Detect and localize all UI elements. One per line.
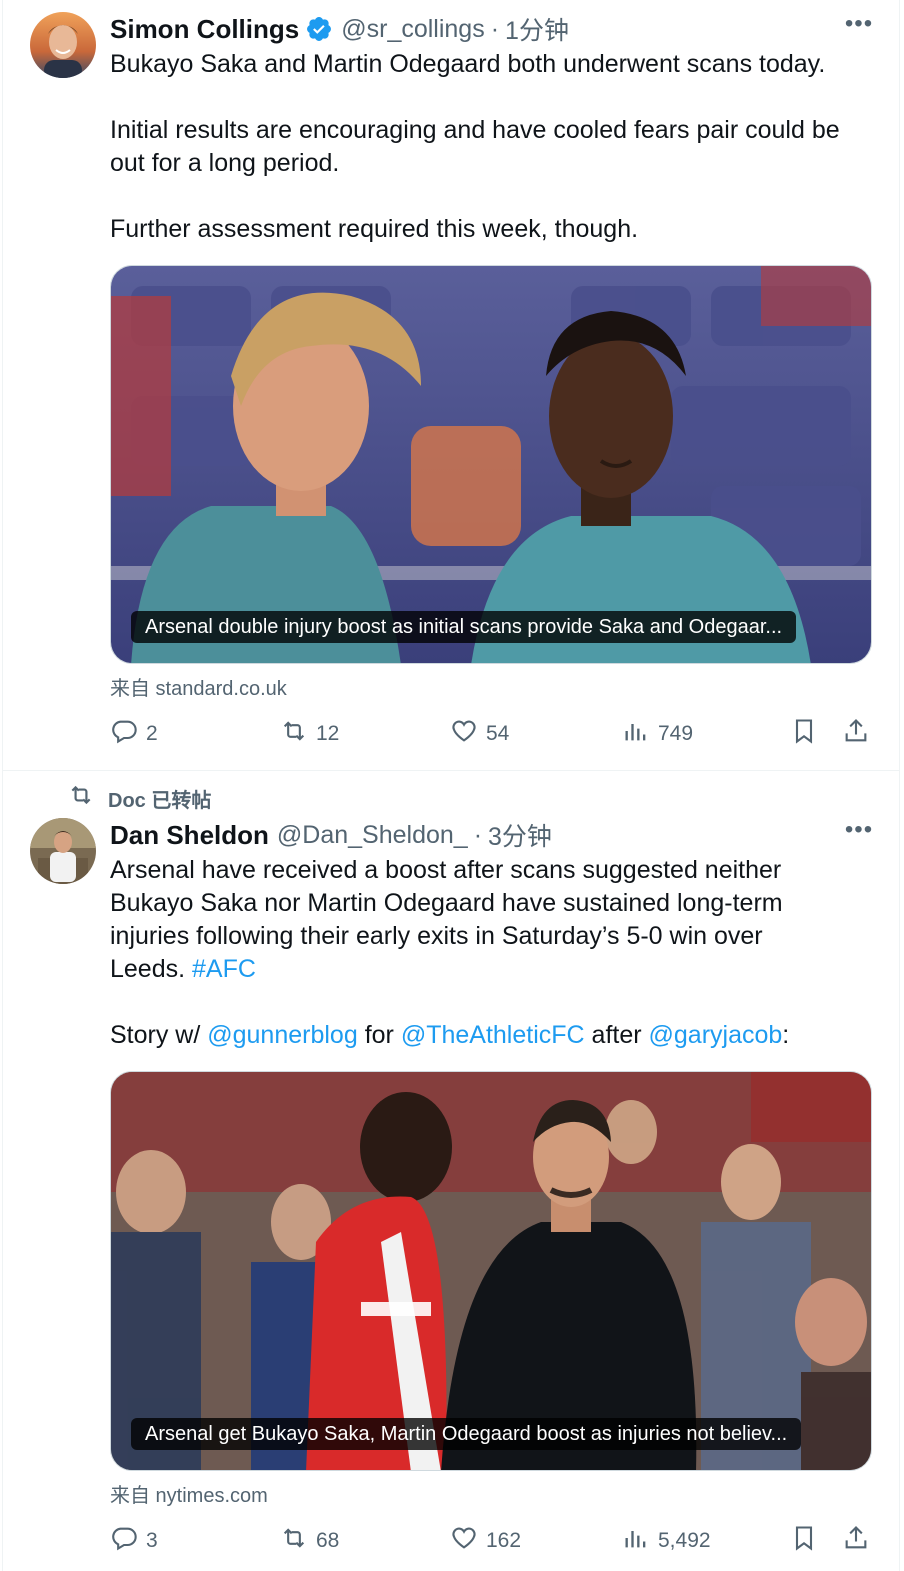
story-prefix: Story w/ (110, 1021, 208, 1049)
separator-dot: · (490, 14, 500, 43)
tweet-text: Arsenal have received a boost after scan… (110, 854, 830, 1052)
reply-button[interactable]: 2 (110, 717, 158, 751)
views-icon (622, 717, 658, 751)
story-for: for (357, 1021, 401, 1049)
story-after: after (584, 1021, 649, 1049)
repost-count: 68 (316, 1529, 340, 1552)
tweet-divider (2, 770, 900, 771)
story-end: : (782, 1021, 790, 1049)
tweet-paragraph: Story w/ @gunnerblog for @TheAthleticFC … (110, 1019, 830, 1052)
repost-icon (280, 717, 316, 751)
views-count: 5,492 (658, 1529, 711, 1552)
repost-button[interactable]: 68 (280, 1524, 339, 1558)
mention-link[interactable]: @gunnerblog (207, 1021, 358, 1049)
bookmark-icon (790, 1524, 818, 1558)
tweet-line: Initial results are encouraging and have… (110, 116, 840, 177)
more-horizontal-icon[interactable]: ••• (844, 12, 874, 44)
tweet-header: Dan Sheldon @Dan_Sheldon_ · 3分钟 (110, 818, 552, 852)
bookmark-button[interactable] (790, 1524, 818, 1558)
author-name[interactable]: Dan Sheldon (110, 820, 269, 851)
like-button[interactable]: 162 (450, 1524, 521, 1558)
hashtag-link[interactable]: #AFC (192, 955, 256, 983)
author-name[interactable]: Simon Collings (110, 14, 299, 45)
repost-button[interactable]: 12 (280, 717, 339, 751)
action-bar: 3 68 162 5,492 (110, 1524, 872, 1558)
heart-icon (450, 717, 486, 751)
card-source[interactable]: 来自 standard.co.uk (110, 672, 287, 701)
reply-count: 2 (146, 722, 158, 745)
share-icon (842, 1524, 870, 1558)
link-card-media[interactable]: Arsenal get Bukayo Saka, Martin Odegaard… (110, 1071, 872, 1471)
reply-count: 3 (146, 1529, 158, 1552)
repost-context[interactable]: Doc 已转帖 (68, 784, 211, 812)
card-caption[interactable]: Arsenal double injury boost as initial s… (131, 611, 797, 643)
card-photo (111, 1072, 871, 1470)
card-caption[interactable]: Arsenal get Bukayo Saka, Martin Odegaard… (131, 1418, 802, 1450)
link-card-media[interactable]: Arsenal double injury boost as initial s… (110, 265, 872, 664)
like-count: 54 (486, 722, 510, 745)
card-photo (111, 266, 871, 663)
views-count: 749 (658, 722, 694, 745)
author-handle[interactable]: @sr_collings (341, 15, 484, 44)
card-source[interactable]: 来自 nytimes.com (110, 1479, 268, 1508)
author-handle[interactable]: @Dan_Sheldon_ (277, 821, 468, 850)
bookmark-button[interactable] (790, 717, 818, 751)
mention-link[interactable]: @TheAthleticFC (401, 1021, 585, 1049)
reply-icon (110, 717, 146, 751)
like-count: 162 (486, 1529, 522, 1552)
action-bar: 2 12 54 749 (110, 717, 872, 751)
avatar[interactable] (30, 818, 96, 884)
repost-label: Doc 已转帖 (108, 789, 212, 812)
share-icon (842, 717, 870, 751)
tweet-paragraph: Arsenal have received a boost after scan… (110, 854, 830, 986)
timestamp[interactable]: 3分钟 (488, 817, 552, 853)
heart-icon (450, 1524, 486, 1558)
tweet-text: Bukayo Saka and Martin Odegaard both und… (110, 48, 880, 246)
views-button[interactable]: 5,492 (622, 1524, 711, 1558)
repost-icon (68, 782, 108, 814)
reply-icon (110, 1524, 146, 1558)
mention-link[interactable]: @garyjacob (649, 1021, 783, 1049)
tweet-line: Further assessment required this week, t… (110, 215, 639, 243)
repost-icon (280, 1524, 316, 1558)
separator-dot: · (473, 820, 483, 849)
more-horizontal-icon[interactable]: ••• (844, 818, 874, 850)
verified-badge-icon (305, 15, 333, 43)
timestamp[interactable]: 1分钟 (505, 11, 569, 47)
share-button[interactable] (842, 717, 870, 751)
avatar[interactable] (30, 12, 96, 78)
tweet-line: Bukayo Saka and Martin Odegaard both und… (110, 50, 826, 78)
bookmark-icon (790, 717, 818, 751)
views-icon (622, 1524, 658, 1558)
reply-button[interactable]: 3 (110, 1524, 158, 1558)
share-button[interactable] (842, 1524, 870, 1558)
tweet-header: Simon Collings @sr_collings · 1分钟 (110, 12, 569, 46)
repost-count: 12 (316, 722, 340, 745)
views-button[interactable]: 749 (622, 717, 693, 751)
like-button[interactable]: 54 (450, 717, 509, 751)
